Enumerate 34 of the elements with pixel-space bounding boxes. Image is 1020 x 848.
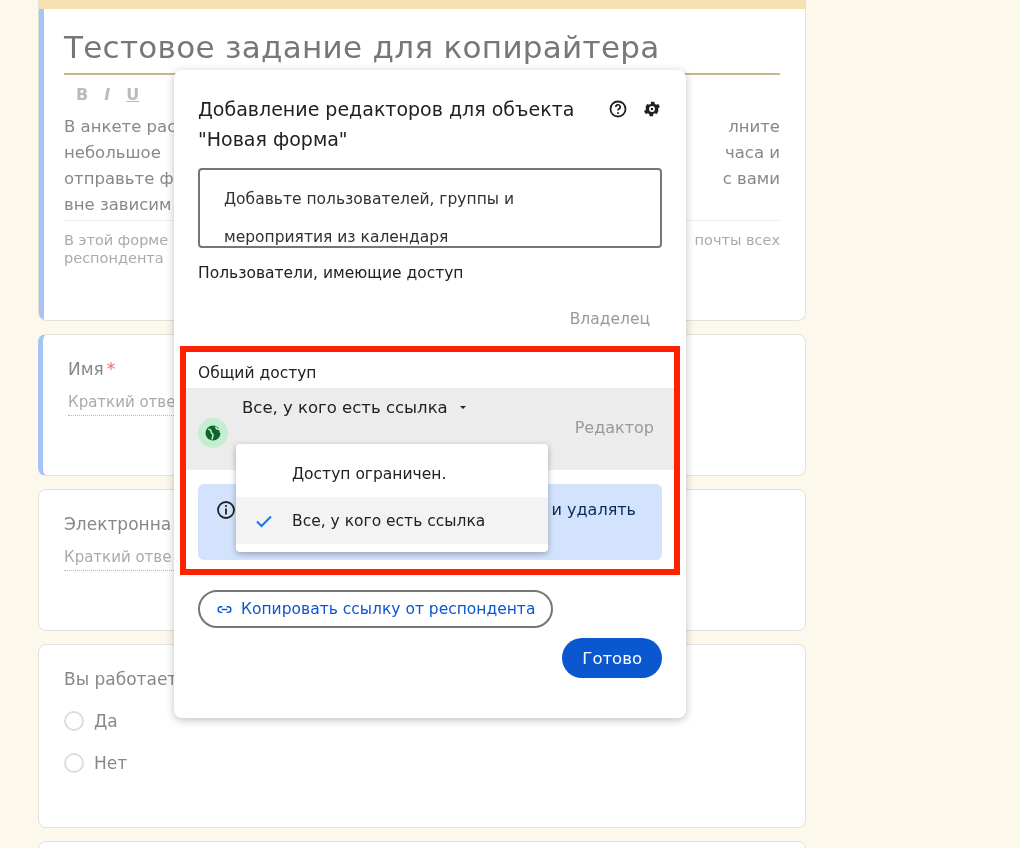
description-text: часа и [725,142,780,164]
option-label: Нет [94,753,128,773]
globe-icon [198,418,228,448]
settings-icon[interactable] [642,99,662,119]
question-label: Имя [68,359,104,379]
help-icon[interactable] [608,99,628,119]
section-heading: Общий доступ [197,364,318,382]
note-text: В этой форме [64,231,169,249]
question-label: Вы работает [64,669,178,689]
role-label: Владелец [569,310,650,328]
question-label: Электронна [64,514,172,534]
description-text: В анкете рас [64,116,177,138]
info-icon [216,500,236,520]
note-text: респондента [64,249,164,267]
description-text: с вами [722,168,780,190]
radio-button[interactable] [64,753,84,773]
description-text: вне зависим [64,194,172,216]
add-people-field[interactable]: Добавьте пользователей, группы и мероприятия из календаря [198,168,662,248]
menu-item[interactable]: Все, у кого есть ссылка [236,497,548,544]
section-heading: Пользователи, имеющие доступ [198,264,465,282]
required-mark: * [106,359,116,379]
access-dropdown[interactable]: Все, у кого есть ссылка [242,398,468,417]
menu-item[interactable]: Доступ ограничен. [236,450,548,497]
radio-button[interactable] [64,711,84,731]
info-text: и удалять [551,500,636,519]
description-text: отправьте ф [64,168,174,190]
note-text: почты всех [694,231,780,249]
description-text: лните [728,116,780,138]
dialog-title: Добавление редакторов для объекта "Новая форма" [198,97,576,152]
description-text: небольшое [64,142,161,164]
done-button[interactable]: Готово [562,638,662,678]
option-label: Да [94,711,118,731]
role-label: Редактор [574,418,654,437]
copy-link-button[interactable]: Копировать ссылку от респондента [198,590,554,628]
